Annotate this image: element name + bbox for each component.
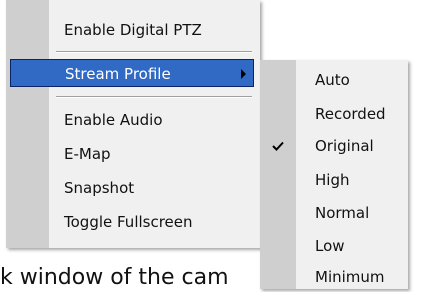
menu-item-snapshot[interactable]: Snapshot xyxy=(49,174,260,202)
menu-item-enable-audio[interactable]: Enable Audio xyxy=(49,106,260,134)
submenu-item-recorded[interactable]: Recorded xyxy=(296,100,408,128)
submenu-item-auto[interactable]: Auto xyxy=(296,66,408,94)
menu-item-label: Stream Profile xyxy=(65,65,171,83)
submenu-item-high[interactable]: High xyxy=(296,166,408,194)
submenu-item-minimum[interactable]: Minimum xyxy=(296,263,408,291)
submenu-item-original[interactable]: Original xyxy=(296,132,408,160)
background-document-text: k window of the cam xyxy=(0,265,229,290)
submenu-arrow-icon xyxy=(241,69,246,79)
menu-item-stream-profile[interactable]: Stream Profile xyxy=(10,59,254,87)
menu-item-e-map[interactable]: E-Map xyxy=(49,140,260,168)
submenu-icon-gutter xyxy=(260,60,296,289)
menu-item-enable-digital-ptz[interactable]: Enable Digital PTZ xyxy=(49,16,260,44)
checkmark-icon xyxy=(272,141,284,151)
menu-separator xyxy=(56,51,252,53)
context-menu: Enable Digital PTZ Stream Profile Enable… xyxy=(6,0,260,248)
menu-separator xyxy=(56,96,252,98)
menu-icon-gutter xyxy=(6,0,49,248)
menu-item-toggle-fullscreen[interactable]: Toggle Fullscreen xyxy=(49,208,260,236)
submenu-item-low[interactable]: Low xyxy=(296,232,408,260)
submenu-item-normal[interactable]: Normal xyxy=(296,199,408,227)
stream-profile-submenu: Auto Recorded Original High Normal Low M… xyxy=(260,60,408,289)
